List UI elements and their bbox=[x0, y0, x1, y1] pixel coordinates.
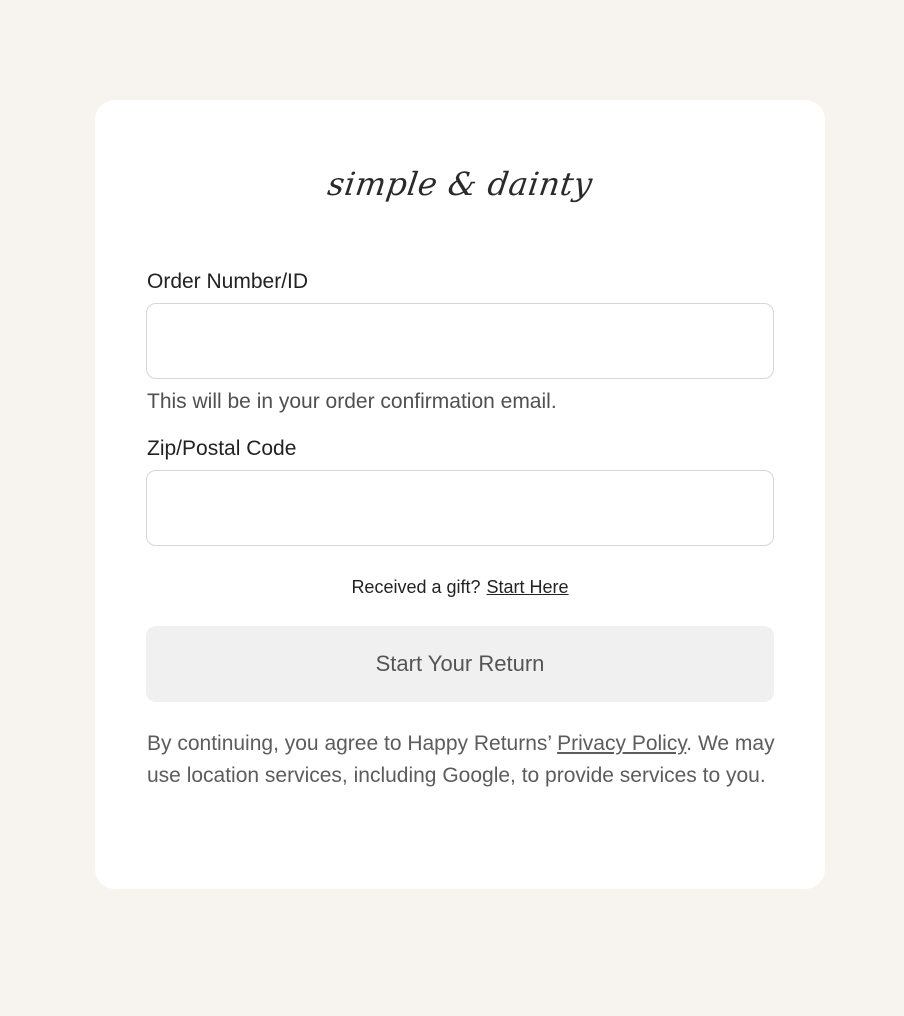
privacy-policy-link[interactable]: Privacy Policy bbox=[557, 732, 686, 755]
start-here-link[interactable]: Start Here bbox=[487, 577, 569, 597]
zip-code-label: Zip/Postal Code bbox=[147, 437, 297, 460]
start-return-button[interactable]: Start Your Return bbox=[146, 626, 774, 702]
return-form-card: simple & dainty Order Number/ID This wil… bbox=[95, 100, 825, 889]
legal-notice: By continuing, you agree to Happy Return… bbox=[147, 728, 787, 792]
legal-text-before: By continuing, you agree to Happy Return… bbox=[147, 732, 558, 755]
zip-code-input[interactable] bbox=[146, 470, 774, 546]
gift-prompt-row: Received a gift? Start Here bbox=[95, 576, 825, 598]
brand-logo-text: simple & dainty bbox=[325, 165, 595, 203]
gift-prompt-text: Received a gift? bbox=[351, 577, 481, 597]
order-number-hint: This will be in your order confirmation … bbox=[147, 390, 557, 413]
order-number-input[interactable] bbox=[146, 303, 774, 379]
brand-logo: simple & dainty bbox=[95, 152, 825, 216]
order-number-label: Order Number/ID bbox=[147, 270, 309, 293]
